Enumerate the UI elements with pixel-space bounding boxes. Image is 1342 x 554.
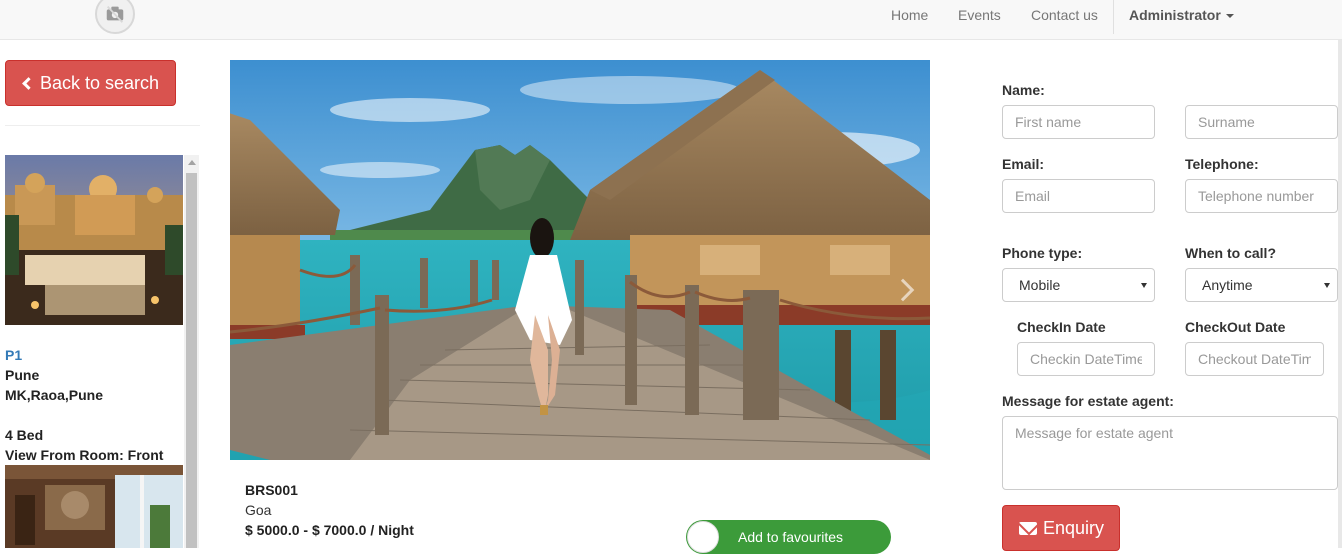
page-scrollbar[interactable]	[1338, 40, 1342, 548]
envelope-icon	[1019, 521, 1037, 535]
dropdown-arrow-icon	[1324, 283, 1330, 288]
when-to-call-value: Anytime	[1202, 277, 1253, 293]
favourites-label: Add to favourites	[738, 529, 844, 545]
back-button-label: Back to search	[40, 72, 160, 93]
checkin-date-input[interactable]	[1017, 342, 1155, 376]
property-beds: 4 Bed	[5, 427, 44, 443]
enquiry-button[interactable]: Enquiry	[1002, 505, 1120, 551]
property-view: View From Room: Front	[5, 447, 164, 463]
listing-price: $ 5000.0 - $ 7000.0 / Night	[245, 522, 414, 538]
dropdown-arrow-icon	[1141, 283, 1147, 288]
camera-icon	[106, 6, 124, 23]
listing-code: BRS001	[245, 482, 298, 498]
name-label: Name:	[1002, 82, 1045, 98]
property-list: P1 Pune MK,Raoa,Pune 4 Bed View From Roo…	[5, 155, 183, 548]
checkout-date-input[interactable]	[1185, 342, 1324, 376]
message-textarea[interactable]	[1002, 416, 1338, 490]
surname-input[interactable]	[1185, 105, 1338, 139]
when-to-call-label: When to call?	[1185, 245, 1276, 261]
scroll-up-icon[interactable]	[188, 160, 196, 165]
checkin-label: CheckIn Date	[1017, 319, 1106, 335]
toggle-knob	[687, 521, 719, 553]
listing-city: Goa	[245, 502, 272, 518]
telephone-input[interactable]	[1185, 179, 1338, 213]
add-to-favourites-toggle[interactable]: Add to favourites	[686, 520, 891, 554]
phone-type-value: Mobile	[1019, 277, 1061, 293]
phone-type-select[interactable]: Mobile	[1002, 268, 1155, 302]
navbar: Home Events Contact us Administrator	[0, 0, 1342, 40]
telephone-label: Telephone:	[1185, 156, 1259, 172]
phone-type-label: Phone type:	[1002, 245, 1083, 261]
email-input[interactable]	[1002, 179, 1155, 213]
property-city: Pune	[5, 367, 40, 383]
caret-down-icon	[1225, 14, 1234, 19]
scrollbar-thumb[interactable]	[186, 173, 197, 548]
back-to-search-button[interactable]: Back to search	[5, 60, 176, 106]
email-label: Email:	[1002, 156, 1045, 172]
user-menu-dropdown[interactable]: Administrator	[1129, 0, 1234, 30]
chevron-left-icon	[22, 77, 35, 90]
checkout-label: CheckOut Date	[1185, 319, 1286, 335]
user-menu-label: Administrator	[1129, 7, 1221, 23]
room-thumbnail[interactable]	[5, 465, 183, 548]
nav-divider	[1113, 0, 1114, 34]
nav-home-link[interactable]: Home	[891, 0, 928, 30]
property-list-scrollbar[interactable]	[184, 155, 199, 548]
property-main-photo	[230, 60, 930, 460]
property-address: MK,Raoa,Pune	[5, 387, 104, 403]
enquiry-label: Enquiry	[1043, 517, 1105, 538]
property-thumbnail[interactable]	[5, 155, 183, 325]
camera-logo-icon[interactable]	[95, 0, 135, 34]
message-label: Message for estate agent:	[1002, 393, 1174, 409]
when-to-call-select[interactable]: Anytime	[1185, 268, 1338, 302]
first-name-input[interactable]	[1002, 105, 1155, 139]
divider	[5, 125, 200, 126]
nav-events-link[interactable]: Events	[958, 0, 1001, 30]
nav-contact-link[interactable]: Contact us	[1031, 0, 1098, 30]
property-id-link[interactable]: P1	[5, 345, 22, 365]
